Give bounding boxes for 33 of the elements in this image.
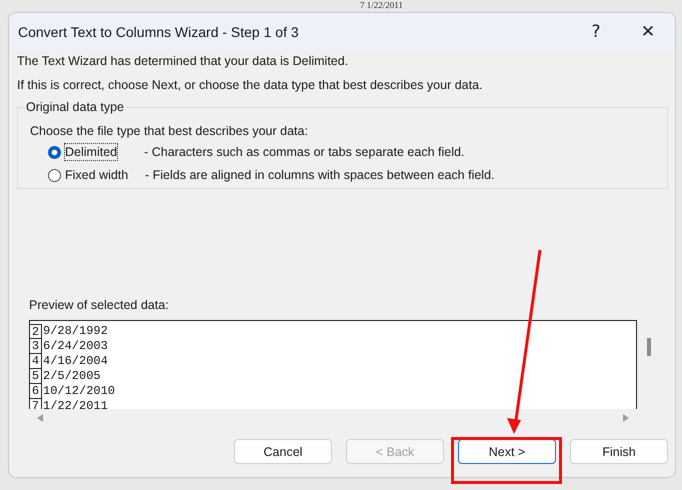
prompt-text: Choose the file type that best describes your data: bbox=[30, 123, 309, 139]
window-title: Convert Text to Columns Wizard - Step 1 of 3 bbox=[18, 24, 300, 40]
row-number: 4 bbox=[30, 354, 42, 369]
preview-cell: 10/12/2010 bbox=[42, 384, 116, 399]
scroll-left-icon[interactable] bbox=[37, 414, 43, 422]
dialog-button[interactable]: Next > bbox=[458, 439, 556, 464]
preview-label: Preview of selected data: bbox=[28, 297, 170, 313]
row-number: 2 bbox=[30, 324, 42, 339]
scrollbar-thumb[interactable] bbox=[647, 338, 651, 356]
option-description: - Fields are aligned in columns with spaces between each field. bbox=[145, 167, 494, 183]
preview-cell: 1/22/2011 bbox=[42, 399, 108, 409]
help-button[interactable]: ? bbox=[571, 14, 621, 50]
dialog-button[interactable]: Finish bbox=[570, 439, 668, 464]
scroll-right-icon[interactable] bbox=[623, 414, 629, 422]
spreadsheet-cell-text: 7 1/22/2011 bbox=[360, 0, 403, 10]
option-description: - Characters such as commas or tabs separate each field. bbox=[144, 144, 464, 160]
close-button[interactable]: ✕ bbox=[623, 14, 673, 50]
preview-cell: 2/5/2005 bbox=[42, 369, 101, 384]
row-number: 5 bbox=[30, 369, 42, 384]
radio-button[interactable] bbox=[48, 168, 61, 182]
row-number: 6 bbox=[30, 384, 42, 399]
preview-cell: 6/24/2003 bbox=[42, 339, 108, 354]
preview-cell: 9/28/1992 bbox=[42, 324, 108, 339]
intro-text: The Text Wizard has determined that your data is Delimited. bbox=[17, 53, 350, 69]
row-number: 7 bbox=[30, 399, 42, 409]
dialog-button[interactable]: Cancel bbox=[234, 439, 332, 464]
option-label[interactable]: Delimited bbox=[64, 143, 118, 161]
preview-cell: 4/16/2004 bbox=[42, 354, 108, 369]
option-label[interactable]: Fixed width bbox=[64, 166, 140, 184]
group-legend: Original data type bbox=[24, 99, 126, 115]
radio-button[interactable] bbox=[48, 146, 61, 158]
row-number: 3 bbox=[30, 339, 42, 354]
intro-text: If this is correct, choose Next, or choose the data type that best describes your data. bbox=[17, 77, 484, 93]
